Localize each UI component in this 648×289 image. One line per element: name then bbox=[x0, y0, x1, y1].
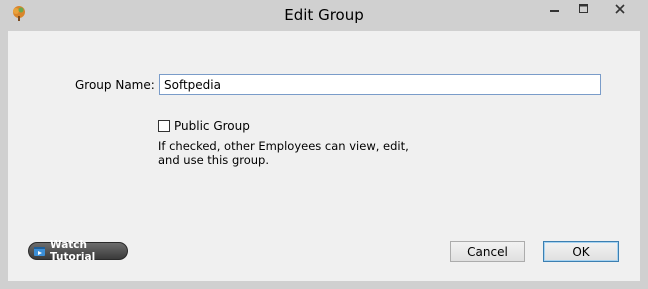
close-button[interactable] bbox=[599, 0, 641, 20]
close-icon bbox=[615, 3, 625, 17]
cancel-label: Cancel bbox=[467, 244, 508, 259]
minimize-button[interactable] bbox=[541, 0, 568, 20]
public-group-label[interactable]: Public Group bbox=[174, 119, 250, 133]
public-group-checkbox[interactable] bbox=[158, 120, 170, 132]
maximize-icon bbox=[578, 3, 589, 17]
film-icon bbox=[33, 245, 46, 258]
public-group-hint: If checked, other Employees can view, ed… bbox=[158, 139, 409, 167]
minimize-icon bbox=[549, 3, 560, 17]
group-name-label: Group Name: bbox=[75, 78, 155, 92]
title-bar[interactable]: Edit Group bbox=[0, 0, 648, 31]
dialog-body: Group Name: Public Group If checked, oth… bbox=[8, 31, 640, 281]
watch-tutorial-button[interactable]: Watch Tutorial bbox=[28, 239, 128, 263]
ok-label: OK bbox=[572, 244, 590, 259]
maximize-button[interactable] bbox=[570, 0, 597, 20]
watch-tutorial-label: Watch Tutorial bbox=[50, 239, 96, 263]
ok-button[interactable]: OK bbox=[543, 241, 619, 262]
cancel-button[interactable]: Cancel bbox=[450, 241, 525, 262]
edit-group-dialog: Edit Group Group Name: Public Group If c… bbox=[0, 0, 648, 289]
group-name-input[interactable] bbox=[159, 74, 601, 95]
